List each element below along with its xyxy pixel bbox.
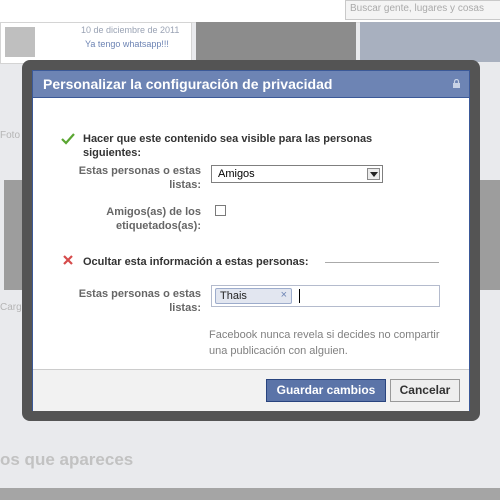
visible-people-label: Estas personas o estas listas:: [79, 164, 201, 192]
chevron-down-icon[interactable]: [367, 168, 380, 180]
x-icon: [63, 255, 73, 265]
audience-select[interactable]: Amigos: [211, 165, 383, 183]
lock-icon: [453, 79, 460, 88]
check-icon: [61, 133, 75, 145]
hint-line: Facebook nunca revela si decides no comp…: [209, 329, 440, 341]
close-icon[interactable]: ×: [281, 289, 287, 301]
label-line: Amigos(as) de los: [106, 206, 201, 218]
post-date: 10 de diciembre de 2011: [81, 25, 180, 35]
hide-heading: Ocultar esta información a estas persona…: [83, 256, 309, 268]
photo-thumbnail: [480, 180, 500, 290]
person-token-label: Thais: [220, 290, 247, 302]
side-label: Foto: [0, 130, 21, 141]
side-label: Carg: [0, 302, 22, 313]
privacy-dialog: Personalizar la configuración de privaci…: [32, 70, 470, 411]
post-avatar: [5, 27, 35, 57]
cancel-button[interactable]: Cancelar: [390, 379, 460, 402]
hide-people-label: Estas personas o estas listas:: [79, 287, 201, 315]
photo-thumbnail: [196, 22, 356, 62]
label-line: etiquetados(as):: [116, 220, 201, 232]
top-bar: Buscar gente, lugares y cosas: [0, 0, 500, 23]
label-line: listas:: [169, 302, 201, 314]
section-heading: os que apareces: [0, 450, 134, 469]
hide-people-input[interactable]: Thais ×: [211, 285, 440, 307]
divider: [325, 262, 439, 263]
post-text: Ya tengo whatsapp!!!: [85, 39, 169, 49]
label-line: Estas personas o estas: [78, 288, 201, 300]
photo-thumbnail: [4, 180, 22, 290]
label-line: Estas personas o estas: [78, 165, 201, 177]
post-card: 10 de diciembre de 2011 Ya tengo whatsap…: [0, 22, 192, 64]
dialog-titlebar: Personalizar la configuración de privaci…: [33, 71, 469, 98]
label-line: listas:: [169, 179, 201, 191]
photo-strip: [0, 488, 500, 500]
person-token: Thais ×: [215, 288, 292, 304]
visible-heading-line2: siguientes:: [83, 147, 142, 159]
visible-heading-line1: Hacer que este contenido sea visible par…: [83, 133, 373, 145]
dialog-title: Personalizar la configuración de privaci…: [43, 76, 333, 92]
text-caret: [299, 289, 300, 303]
privacy-hint: Facebook nunca revela si decides no comp…: [209, 327, 449, 359]
hint-line: una publicación con alguien.: [209, 345, 348, 357]
search-input[interactable]: Buscar gente, lugares y cosas: [345, 0, 500, 20]
tagged-friends-label: Amigos(as) de los etiquetados(as):: [106, 205, 201, 233]
photo-thumbnail: [360, 22, 500, 62]
audience-select-value: Amigos: [218, 168, 255, 180]
dialog-footer: Guardar cambios Cancelar: [33, 369, 469, 411]
save-button[interactable]: Guardar cambios: [266, 379, 386, 402]
dialog-frame: Personalizar la configuración de privaci…: [22, 60, 480, 421]
visible-heading: Hacer que este contenido sea visible par…: [83, 132, 413, 160]
tagged-friends-checkbox[interactable]: [215, 205, 226, 216]
